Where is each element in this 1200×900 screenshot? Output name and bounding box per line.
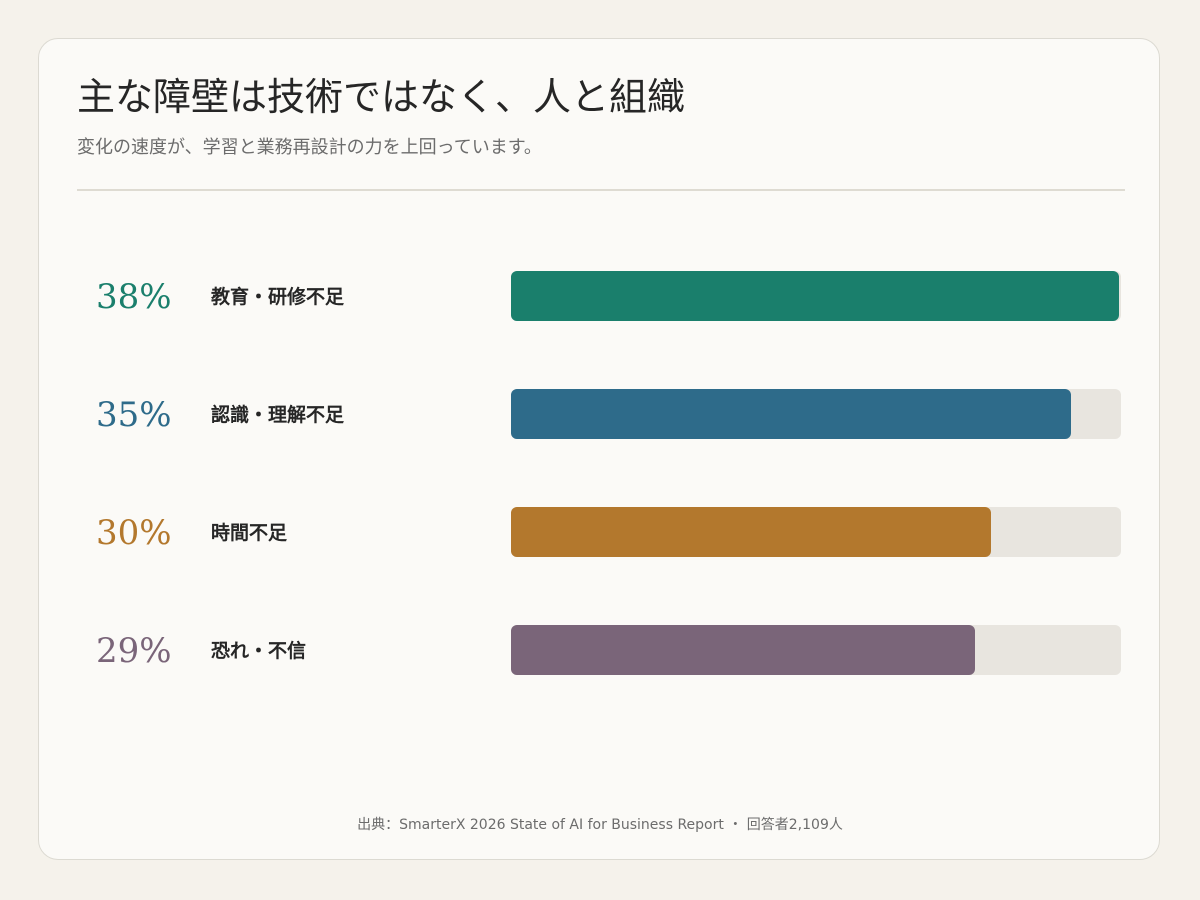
bar xyxy=(511,625,975,675)
bar-row: 35% 認識・理解不足 xyxy=(96,389,1121,439)
bar-row: 30% 時間不足 xyxy=(96,507,1121,557)
chart-card: 主な障壁は技術ではなく、人と組織 変化の速度が、学習と業務再設計の力を上回ってい… xyxy=(38,38,1160,860)
category-label: 時間不足 xyxy=(211,522,288,544)
value-label: 29% xyxy=(96,631,172,671)
value-label: 30% xyxy=(96,513,172,553)
bar-row: 29% 恐れ・不信 xyxy=(96,625,1121,675)
value-label: 38% xyxy=(96,277,172,317)
category-label: 恐れ・不信 xyxy=(211,639,306,662)
category-label: 教育・研修不足 xyxy=(211,285,345,308)
bar xyxy=(511,271,1119,321)
bar xyxy=(511,389,1071,439)
source-note: 出典：SmarterX 2026 State of AI for Busines… xyxy=(357,817,843,833)
bar-row: 38% 教育・研修不足 xyxy=(96,271,1121,321)
category-label: 認識・理解不足 xyxy=(211,403,345,426)
value-label: 35% xyxy=(96,395,172,435)
bar xyxy=(511,507,991,557)
bar-chart: 38% 教育・研修不足 35% 認識・理解不足 30% 時間不足 29% 恐れ・不信 xyxy=(96,271,1121,675)
